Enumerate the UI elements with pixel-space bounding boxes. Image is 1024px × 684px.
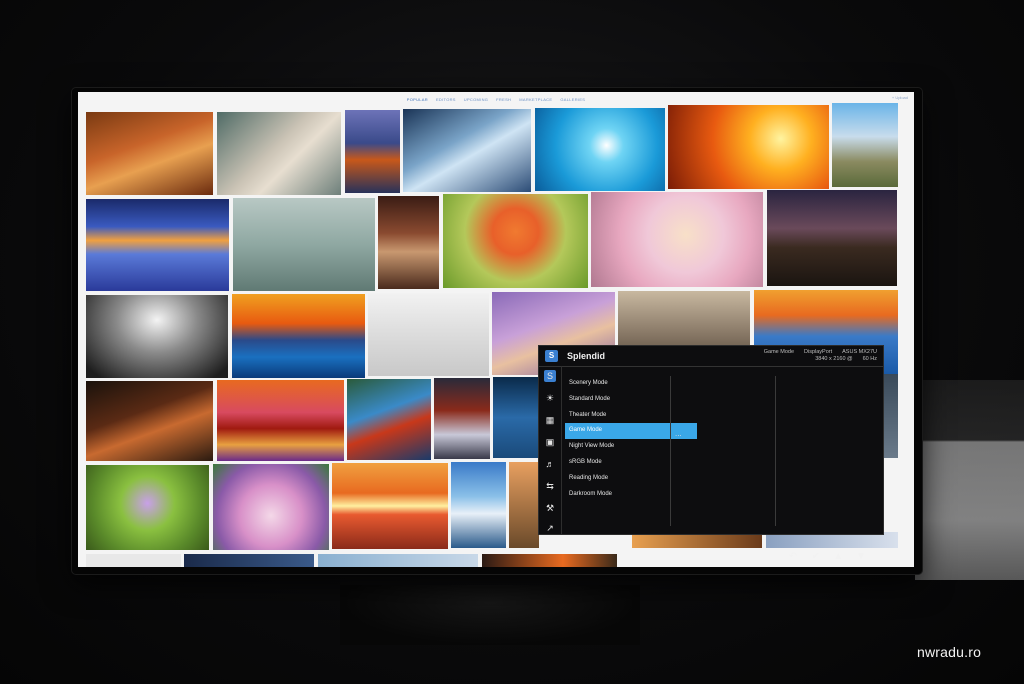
site-nav: POPULAR EDITORS UPCOMING FRESH MARKETPLA… bbox=[78, 92, 914, 106]
nav-item[interactable]: UPCOMING bbox=[464, 97, 488, 102]
watermark: nwradu.ro bbox=[917, 644, 982, 660]
shortcut-icon[interactable]: ↗ bbox=[544, 522, 556, 534]
osd-menu: S Splendid Game Mode DisplayPort ASUS MX… bbox=[538, 345, 884, 535]
mode-item-night-view[interactable]: Night View Mode bbox=[565, 439, 697, 455]
photo-tile[interactable] bbox=[493, 377, 539, 458]
current-mode: Game Mode bbox=[763, 349, 795, 355]
photo-tile[interactable] bbox=[591, 192, 763, 287]
down-icon[interactable]: ▼ bbox=[854, 551, 868, 562]
photo-tile[interactable] bbox=[767, 190, 897, 286]
nav-item[interactable]: GALLERIES bbox=[560, 97, 585, 102]
upload-link[interactable]: + Upload bbox=[892, 95, 908, 100]
nav-item[interactable]: FRESH bbox=[496, 97, 511, 102]
image-icon[interactable]: ▣ bbox=[544, 436, 556, 448]
photo-tile[interactable] bbox=[318, 554, 478, 567]
model-name: ASUS MX27U bbox=[842, 349, 877, 355]
nav-item[interactable]: POPULAR bbox=[407, 97, 428, 102]
osd-header: S Splendid Game Mode DisplayPort ASUS MX… bbox=[539, 346, 883, 367]
photo-tile[interactable] bbox=[86, 199, 229, 291]
osd-sidebar: S ☀ ▦ ▣ ♬ ⇆ ⚒ ↗ bbox=[539, 366, 562, 534]
osd-status: Game Mode DisplayPort ASUS MX27U 3840 x … bbox=[764, 349, 877, 363]
photo-tile[interactable] bbox=[832, 103, 898, 187]
photo-tile[interactable] bbox=[368, 293, 489, 376]
photo-tile[interactable] bbox=[345, 110, 400, 193]
splendid-icon[interactable]: S bbox=[544, 370, 556, 382]
confirm-icon[interactable]: ✔ bbox=[809, 551, 823, 562]
color-icon[interactable]: ▦ bbox=[544, 414, 556, 426]
photo-tile[interactable] bbox=[451, 462, 506, 548]
photo-tile[interactable] bbox=[403, 109, 531, 192]
sound-icon[interactable]: ♬ bbox=[544, 458, 556, 470]
photo-tile[interactable] bbox=[332, 463, 448, 549]
osd-title: Splendid bbox=[567, 351, 605, 361]
input-select-icon[interactable]: ⇆ bbox=[544, 480, 556, 492]
splendid-logo-icon: S bbox=[545, 350, 558, 362]
more-indicator: ... bbox=[675, 429, 682, 438]
up-icon[interactable]: ▲ bbox=[831, 551, 845, 562]
mode-item-srgb[interactable]: sRGB Mode bbox=[565, 455, 697, 471]
photo-tile[interactable] bbox=[86, 465, 209, 550]
mode-item-standard[interactable]: Standard Mode bbox=[565, 392, 697, 408]
photo-tile[interactable] bbox=[217, 112, 341, 195]
nav-item[interactable]: EDITORS bbox=[436, 97, 456, 102]
photo-tile[interactable] bbox=[217, 380, 344, 461]
back-icon[interactable]: ↶ bbox=[786, 551, 800, 562]
photo-tile[interactable] bbox=[86, 554, 181, 567]
photo-tile[interactable] bbox=[213, 464, 329, 550]
mode-item-reading[interactable]: Reading Mode bbox=[565, 471, 697, 487]
input-source: DisplayPort bbox=[804, 349, 833, 355]
photo-tile[interactable] bbox=[184, 554, 314, 567]
photo-tile[interactable] bbox=[482, 554, 617, 567]
mode-item-theater[interactable]: Theater Mode bbox=[565, 408, 697, 424]
column-divider bbox=[775, 376, 776, 526]
photo-tile[interactable] bbox=[86, 381, 213, 461]
photo-tile[interactable] bbox=[378, 196, 439, 289]
photo-tile[interactable] bbox=[668, 105, 829, 189]
photo-tile[interactable] bbox=[86, 112, 213, 195]
photo-tile[interactable] bbox=[232, 294, 365, 378]
background-wall bbox=[915, 380, 1024, 580]
system-setup-icon[interactable]: ⚒ bbox=[544, 502, 556, 514]
photo-tile[interactable] bbox=[434, 378, 490, 459]
osd-key-guide: ↶ ✔ ▲ ▼ bbox=[786, 549, 868, 563]
photo-tile[interactable] bbox=[233, 198, 375, 291]
resolution: 3840 x 2160 @ bbox=[815, 356, 853, 362]
photo-tile[interactable] bbox=[535, 108, 665, 191]
photo-tile[interactable] bbox=[86, 295, 228, 378]
photo-tile[interactable] bbox=[443, 194, 588, 288]
nav-item[interactable]: MARKETPLACE bbox=[519, 97, 552, 102]
photo-tile[interactable] bbox=[347, 379, 431, 460]
column-divider bbox=[670, 376, 671, 526]
mode-item-scenery[interactable]: Scenery Mode bbox=[565, 376, 697, 392]
monitor-stand bbox=[340, 585, 640, 645]
refresh-rate: 60 Hz bbox=[862, 356, 877, 362]
mode-list: Scenery Mode Standard Mode Theater Mode … bbox=[565, 376, 697, 502]
brightness-icon[interactable]: ☀ bbox=[544, 392, 556, 404]
mode-item-darkroom[interactable]: Darkroom Mode bbox=[565, 487, 697, 503]
photo-tile[interactable] bbox=[509, 462, 539, 548]
